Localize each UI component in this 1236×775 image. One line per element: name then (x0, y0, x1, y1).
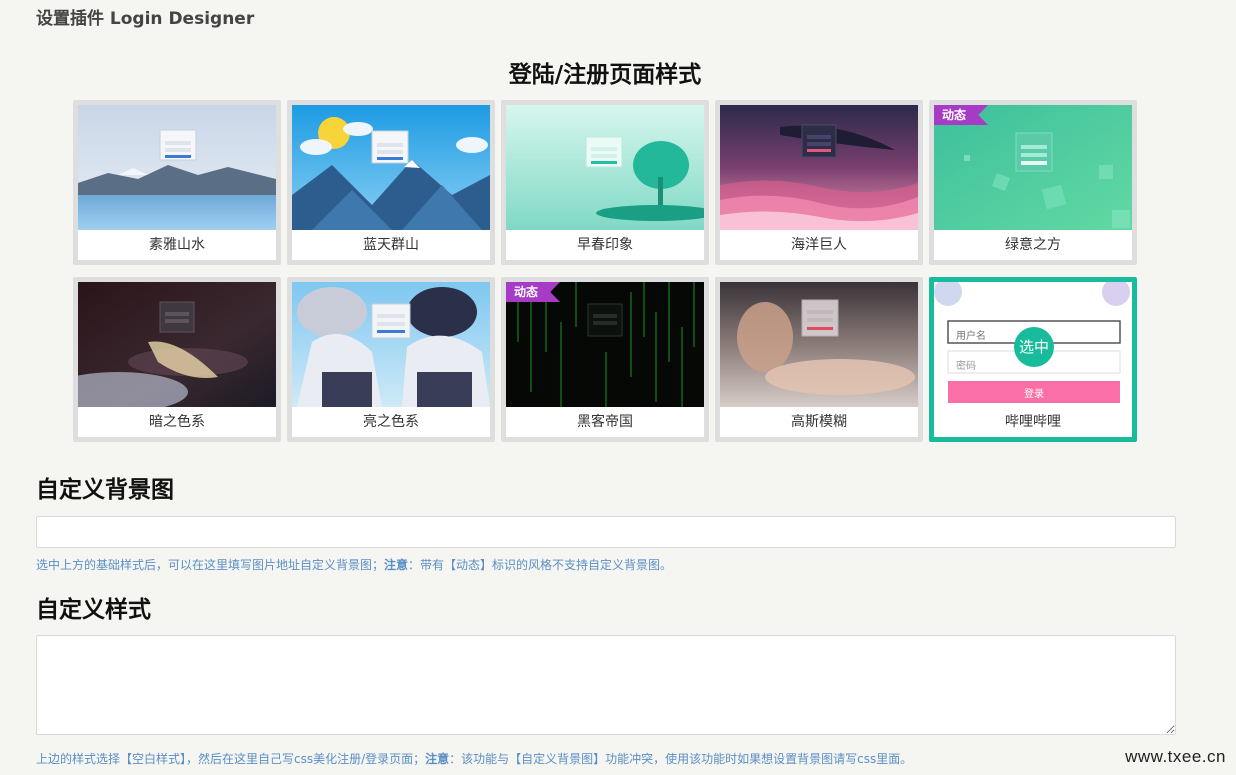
css-hint: 上边的样式选择【空白样式】，然后在这里自己写css美化注册/登录页面；注意：该功… (36, 750, 912, 767)
selected-indicator: 选中 (1014, 327, 1054, 367)
style-card-label: 蓝天群山 (363, 237, 419, 253)
style-card-label: 素雅山水 (149, 237, 205, 253)
sky-mountains-thumbnail (292, 105, 490, 230)
style-card-dark-anime[interactable]: 暗之色系 (73, 277, 281, 442)
style-card-bright-anime[interactable]: 亮之色系 (287, 277, 495, 442)
background-hint-suffix: ：带有【动态】标识的风格不支持自定义背景图。 (408, 558, 673, 572)
style-card-label: 亮之色系 (363, 414, 419, 430)
style-card-ocean[interactable]: 海洋巨人 (715, 100, 923, 265)
page-title: 设置插件 Login Designer (36, 9, 255, 29)
bright-anime-thumbnail (292, 282, 490, 407)
style-card-label: 早春印象 (577, 237, 633, 253)
background-url-input[interactable] (36, 516, 1176, 548)
dark-anime-thumbnail (78, 282, 276, 407)
username-preview: 用户名 (956, 331, 986, 342)
custom-css-textarea[interactable] (36, 635, 1176, 735)
style-card-matrix[interactable]: 动态 黑客帝国 (501, 277, 709, 442)
background-hint: 选中上方的基础样式后，可以在这里填写图片地址自定义背景图；注意：带有【动态】标识… (36, 556, 672, 573)
styles-section-title: 登陆/注册页面样式 (508, 62, 702, 88)
css-hint-suffix: ：该功能与【自定义背景图】功能冲突，使用该功能时如果想设置背景图请写css里面。 (449, 752, 913, 766)
style-card-label: 暗之色系 (149, 414, 205, 430)
style-card-label: 哔哩哔哩 (1005, 414, 1061, 430)
blur-thumbnail (720, 282, 918, 407)
css-field-title: 自定义样式 (36, 597, 151, 623)
background-hint-prefix: 选中上方的基础样式后，可以在这里填写图片地址自定义背景图； (36, 558, 385, 572)
style-card-lake[interactable]: 素雅山水 (73, 100, 281, 265)
style-card-spring[interactable]: 早春印象 (501, 100, 709, 265)
background-field-title: 自定义背景图 (36, 477, 174, 503)
password-preview: 密码 (956, 361, 976, 372)
ocean-thumbnail (720, 105, 918, 230)
spring-thumbnail (506, 105, 704, 230)
style-card-label: 海洋巨人 (791, 237, 847, 253)
style-card-green-squares[interactable]: 动态 绿意之方 (929, 100, 1137, 265)
style-card-label: 绿意之方 (1005, 237, 1061, 253)
watermark: www.txee.cn (1125, 747, 1226, 766)
css-hint-prefix: 上边的样式选择【空白样式】，然后在这里自己写css美化注册/登录页面； (36, 752, 426, 766)
lake-thumbnail (78, 105, 276, 230)
style-card-bilibili[interactable]: 用户名 密码 登录 选中 哔哩哔哩 (929, 277, 1137, 442)
css-hint-note: 注意 (425, 752, 450, 766)
style-card-label: 高斯模糊 (791, 414, 847, 430)
login-button-preview: 登录 (1024, 389, 1044, 400)
background-hint-note: 注意 (384, 558, 409, 572)
style-card-sky-mountains[interactable]: 蓝天群山 (287, 100, 495, 265)
style-card-label: 黑客帝国 (577, 414, 633, 430)
style-card-blur[interactable]: 高斯模糊 (715, 277, 923, 442)
